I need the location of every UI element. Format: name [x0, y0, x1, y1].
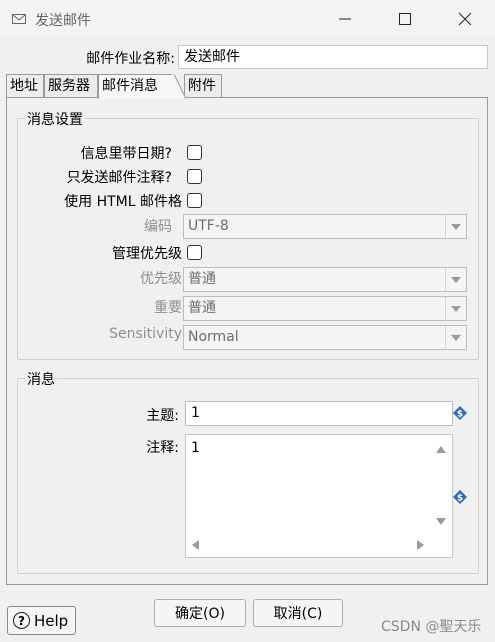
sensitivity-label: Sensitivity — [109, 326, 182, 342]
include-date-checkbox[interactable] — [187, 145, 202, 160]
encoding-select[interactable]: UTF-8 — [183, 214, 467, 239]
manage-priority-checkbox[interactable] — [187, 245, 202, 260]
ok-button[interactable]: 确定(O) — [154, 599, 246, 627]
job-name-label: 邮件作业名称: — [86, 51, 175, 67]
sensitivity-select[interactable]: Normal — [183, 325, 467, 350]
help-button[interactable]: ? Help — [7, 606, 76, 635]
chevron-down-icon — [445, 326, 466, 349]
watermark: CSDN @聖天乐 — [381, 619, 482, 635]
variable-icon[interactable]: $ — [453, 490, 467, 504]
chevron-down-icon — [445, 215, 466, 238]
chevron-down-icon — [445, 268, 466, 291]
window-title: 发送邮件 — [35, 13, 91, 29]
priority-label: 优先级 — [140, 271, 182, 287]
message-group-title: 消息 — [25, 369, 57, 389]
job-name-input[interactable]: 发送邮件 — [178, 45, 488, 69]
tab-attachments[interactable]: 附件 — [184, 74, 222, 98]
close-button[interactable] — [435, 0, 495, 38]
svg-text:$: $ — [457, 494, 463, 504]
message-settings-title: 消息设置 — [25, 109, 85, 129]
scroll-left-icon[interactable] — [192, 538, 199, 554]
comment-label: 注释: — [146, 440, 179, 456]
scroll-down-icon[interactable] — [436, 513, 446, 529]
comment-text: 1 — [191, 440, 200, 456]
title-bar: 发送邮件 — [0, 0, 495, 38]
encoding-label: 编码 — [144, 219, 172, 235]
vertical-scrollbar[interactable] — [430, 435, 452, 535]
maximize-icon — [399, 13, 411, 25]
minimize-button[interactable] — [315, 0, 375, 38]
tab-server[interactable]: 服务器 — [44, 74, 98, 98]
svg-text:$: $ — [457, 410, 463, 420]
chevron-down-icon — [445, 297, 466, 320]
horizontal-scrollbar[interactable] — [186, 535, 430, 557]
scroll-right-icon[interactable] — [417, 538, 424, 554]
subject-label: 主题: — [146, 408, 179, 424]
importance-select[interactable]: 普通 — [183, 296, 467, 321]
help-button-label: Help — [34, 611, 69, 630]
cancel-button[interactable]: 取消(C) — [253, 599, 343, 627]
tab-email-message[interactable]: 邮件消息 — [98, 74, 174, 99]
include-date-label: 信息里带日期? — [80, 146, 172, 162]
importance-value: 普通 — [188, 300, 216, 316]
tab-panel-email-message: 消息设置 信息里带日期? 只发送邮件注释? 使用 HTML 邮件格 编码 UTF… — [6, 97, 488, 585]
subject-input[interactable]: 1 — [185, 401, 453, 426]
encoding-value: UTF-8 — [188, 218, 229, 234]
tab-address[interactable]: 地址 — [6, 74, 44, 98]
sensitivity-value: Normal — [188, 329, 239, 345]
priority-value: 普通 — [188, 271, 216, 287]
tab-slant-edge — [172, 74, 186, 99]
importance-label: 重要 — [154, 300, 182, 316]
html-format-checkbox[interactable] — [187, 193, 202, 208]
comment-textarea[interactable]: 1 — [185, 434, 453, 558]
only-comment-checkbox[interactable] — [187, 169, 202, 184]
manage-priority-label: 管理优先级 — [112, 246, 182, 262]
mail-icon — [12, 14, 26, 24]
priority-select[interactable]: 普通 — [183, 267, 467, 292]
html-format-label: 使用 HTML 邮件格 — [64, 194, 182, 210]
only-comment-label: 只发送邮件注释? — [66, 170, 172, 186]
help-icon: ? — [13, 612, 30, 629]
scroll-up-icon[interactable] — [436, 441, 446, 457]
variable-icon[interactable]: $ — [453, 406, 467, 420]
close-icon — [458, 12, 472, 26]
minimize-icon — [339, 18, 351, 20]
maximize-button[interactable] — [375, 0, 435, 38]
